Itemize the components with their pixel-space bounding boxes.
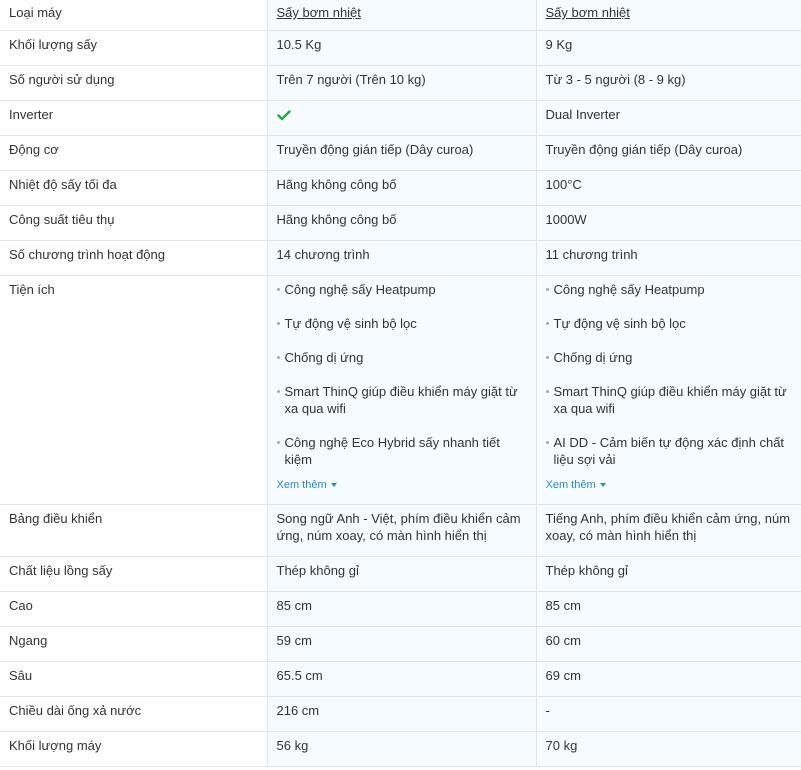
- table-row: Bảng điều khiển Song ngữ Anh - Việt, phí…: [0, 504, 801, 557]
- list-item: Công nghệ Eco Hybrid sấy nhanh tiết kiệm: [276, 434, 527, 468]
- feature-list-b: Công nghệ sấy Heatpump Tự động vệ sinh b…: [545, 281, 793, 468]
- see-more-label: Xem thêm: [545, 478, 596, 491]
- table-row: Inverter Dual Inverter: [0, 100, 801, 136]
- value-b: Từ 3 - 5 người (8 - 9 kg): [535, 65, 801, 101]
- table-row: Khối lượng sấy 10.5 Kg 9 Kg: [0, 30, 801, 66]
- see-more-label: Xem thêm: [276, 478, 327, 491]
- table-row-features: Tiện ích Công nghệ sấy Heatpump Tự động …: [0, 275, 801, 505]
- row-label: Số người sử dụng: [0, 65, 267, 101]
- value-b: Thép không gỉ: [535, 556, 801, 592]
- product-b-link[interactable]: Sấy bơm nhiệt: [546, 5, 630, 20]
- row-label: Động cơ: [0, 135, 267, 171]
- table-row: Sâu 65.5 cm 69 cm: [0, 661, 801, 697]
- row-label: Tiện ích: [0, 275, 267, 505]
- value-a: 85 cm: [266, 591, 536, 627]
- feature-list-a: Công nghệ sấy Heatpump Tự động vệ sinh b…: [276, 281, 527, 468]
- see-more-link-a[interactable]: Xem thêm: [277, 477, 337, 494]
- value-b: 85 cm: [535, 591, 801, 627]
- check-icon: [276, 109, 291, 120]
- value-b: Dual Inverter: [535, 100, 801, 136]
- list-item: Smart ThinQ giúp điều khiển máy giặt từ …: [276, 383, 527, 417]
- value-b: 9 Kg: [535, 30, 801, 66]
- value-a: 56 kg: [266, 731, 536, 767]
- list-item: AI DD - Cảm biến tự động xác định chất l…: [545, 434, 793, 468]
- table-row: Chất liệu lồng sấy Thép không gỉ Thép kh…: [0, 556, 801, 592]
- row-label: Khối lượng sấy: [0, 30, 267, 66]
- table-row: Ngang 59 cm 60 cm: [0, 626, 801, 662]
- value-a: [266, 100, 536, 136]
- caret-down-icon: [330, 483, 337, 487]
- list-item: Tự động vệ sinh bộ lọc: [276, 315, 527, 332]
- table-row: Động cơ Truyền động gián tiếp (Dây curoa…: [0, 135, 801, 171]
- see-more-link-b[interactable]: Xem thêm: [546, 477, 606, 494]
- row-label: Chiều dài ống xả nước: [0, 696, 267, 732]
- table-row: Nhiệt độ sấy tối đa Hãng không công bố 1…: [0, 170, 801, 206]
- table-row: Loại máy Sấy bơm nhiệt Sấy bơm nhiệt: [0, 0, 801, 31]
- list-item: Smart ThinQ giúp điều khiển máy giặt từ …: [545, 383, 793, 417]
- value-b: Tiếng Anh, phím điều khiển cảm ứng, núm …: [535, 504, 801, 557]
- product-a-link[interactable]: Sấy bơm nhiệt: [277, 5, 361, 20]
- value-b: Truyền động gián tiếp (Dây curoa): [535, 135, 801, 171]
- value-b: 100°C: [535, 170, 801, 206]
- caret-down-icon: [599, 483, 606, 487]
- row-label: Cao: [0, 591, 267, 627]
- row-label: Inverter: [0, 100, 267, 136]
- value-b: 11 chương trình: [535, 240, 801, 276]
- table-row: Số chương trình hoạt động 14 chương trìn…: [0, 240, 801, 276]
- row-label: Bảng điều khiển: [0, 504, 267, 557]
- value-a: Hãng không công bố: [266, 170, 536, 206]
- row-label: Công suất tiêu thụ: [0, 205, 267, 241]
- features-a: Công nghệ sấy Heatpump Tự động vệ sinh b…: [266, 275, 536, 505]
- row-label: Số chương trình hoạt động: [0, 240, 267, 276]
- row-label: Sâu: [0, 661, 267, 697]
- row-label: Nhiệt độ sấy tối đa: [0, 170, 267, 206]
- value-a: 216 cm: [266, 696, 536, 732]
- table-row: Công suất tiêu thụ Hãng không công bố 10…: [0, 205, 801, 241]
- value-a: 59 cm: [266, 626, 536, 662]
- value-a: Song ngữ Anh - Việt, phím điều khiển cảm…: [266, 504, 536, 557]
- list-item: Chống dị ứng: [276, 349, 527, 366]
- value-a: 14 chương trình: [266, 240, 536, 276]
- value-b: -: [535, 696, 801, 732]
- value-a: Hãng không công bố: [266, 205, 536, 241]
- table-row: Khối lượng máy 56 kg 70 kg: [0, 731, 801, 767]
- value-b: 69 cm: [535, 661, 801, 697]
- list-item: Công nghệ sấy Heatpump: [545, 281, 793, 298]
- list-item: Chống dị ứng: [545, 349, 793, 366]
- value-a: Thép không gỉ: [266, 556, 536, 592]
- features-b: Công nghệ sấy Heatpump Tự động vệ sinh b…: [535, 275, 801, 505]
- value-a: Trên 7 người (Trên 10 kg): [266, 65, 536, 101]
- table-row: Số người sử dụng Trên 7 người (Trên 10 k…: [0, 65, 801, 101]
- table-row: Cao 85 cm 85 cm: [0, 591, 801, 627]
- value-b: 70 kg: [535, 731, 801, 767]
- value-b: 60 cm: [535, 626, 801, 662]
- value-a: 10.5 Kg: [266, 30, 536, 66]
- row-label: Chất liệu lồng sấy: [0, 556, 267, 592]
- value-a: Truyền động gián tiếp (Dây curoa): [266, 135, 536, 171]
- spec-comparison-table: Loại máy Sấy bơm nhiệt Sấy bơm nhiệt Khố…: [0, 0, 801, 767]
- row-label: Khối lượng máy: [0, 731, 267, 767]
- row-label: Loại máy: [0, 0, 267, 31]
- row-label: Ngang: [0, 626, 267, 662]
- table-row: Chiều dài ống xả nước 216 cm -: [0, 696, 801, 732]
- list-item: Tự động vệ sinh bộ lọc: [545, 315, 793, 332]
- value-a: 65.5 cm: [266, 661, 536, 697]
- list-item: Công nghệ sấy Heatpump: [276, 281, 527, 298]
- value-b: 1000W: [535, 205, 801, 241]
